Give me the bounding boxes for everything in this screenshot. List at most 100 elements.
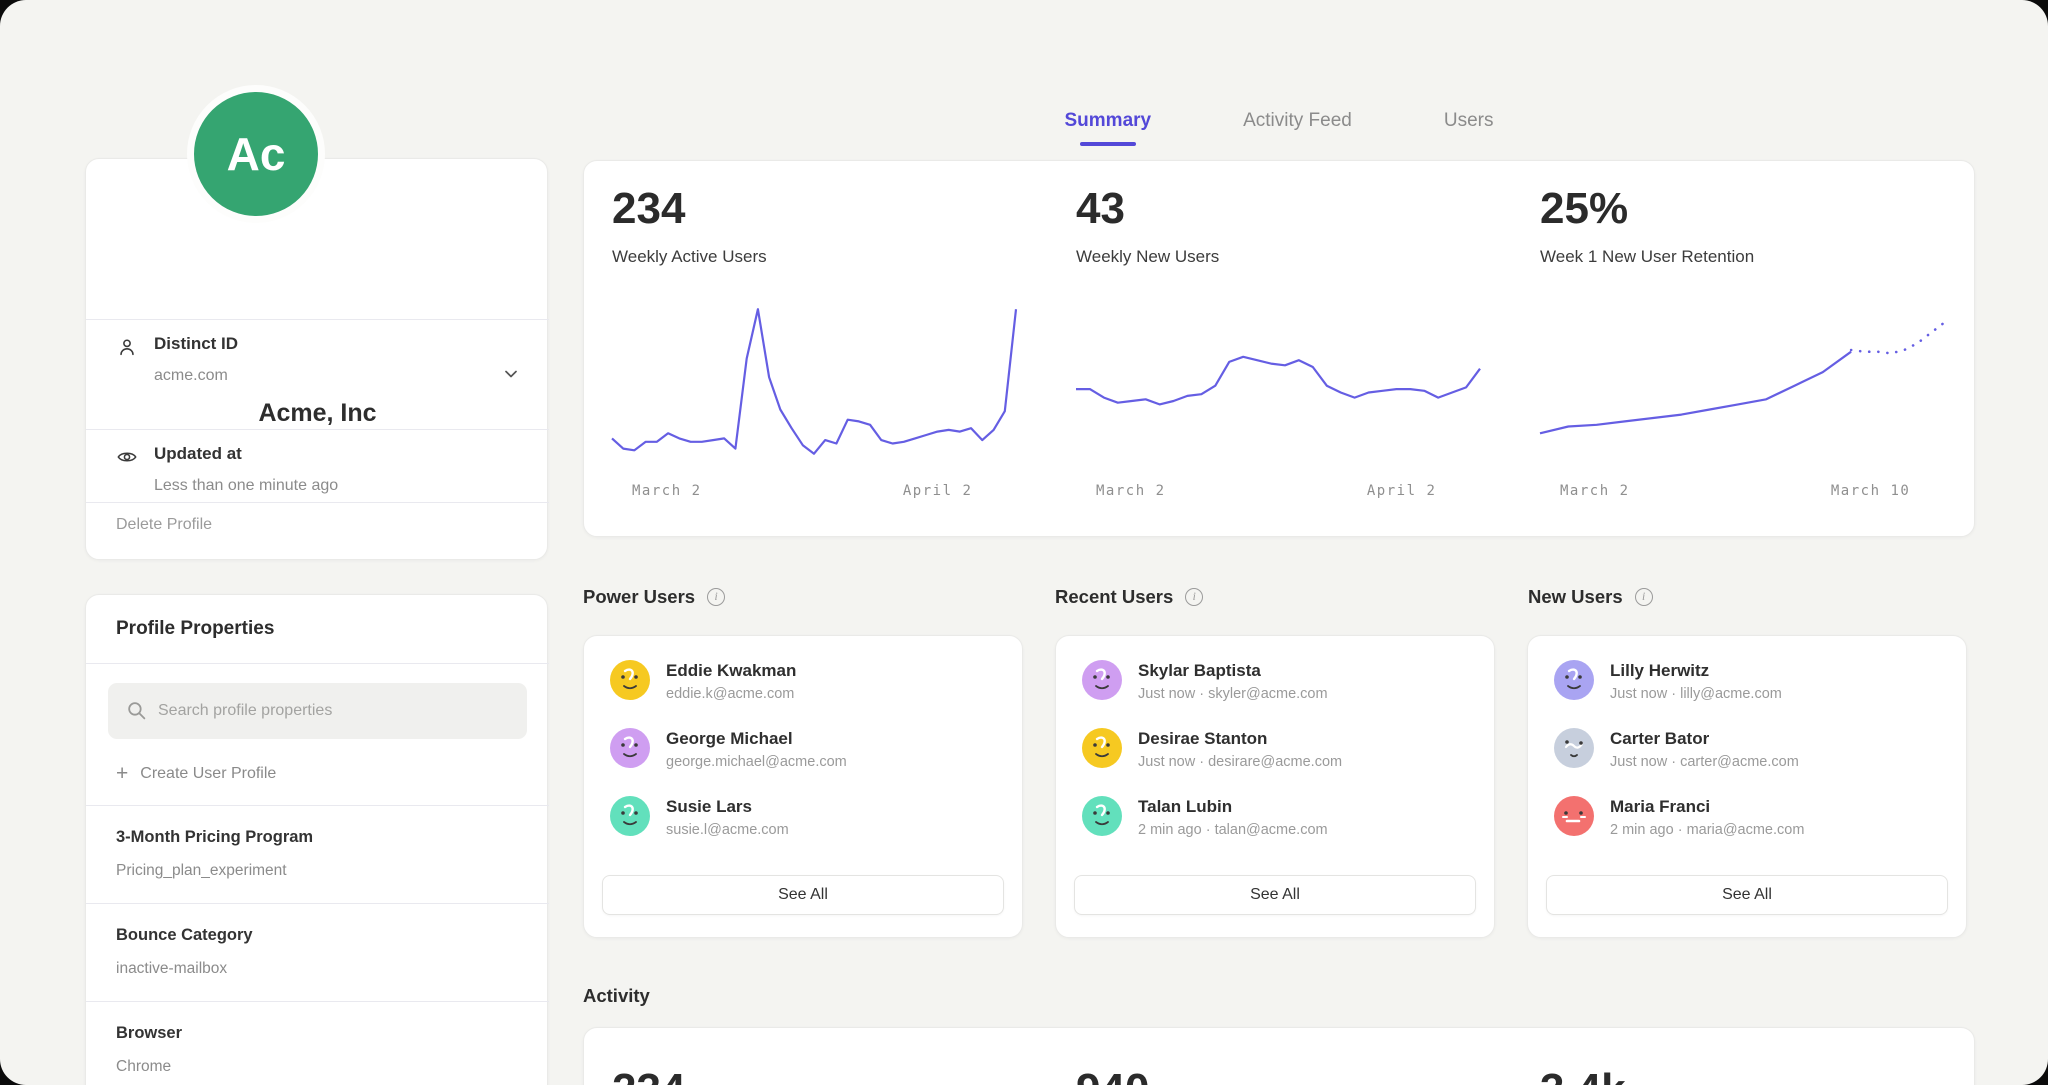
info-icon[interactable]: i	[1635, 588, 1653, 606]
user-avatar	[1554, 728, 1594, 768]
create-user-profile-button[interactable]: + Create User Profile	[116, 763, 276, 784]
metric-weekly-active-users: 234 Weekly Active Users March 2 April 2	[584, 161, 1048, 538]
user-subtext: 2 min ago · talan@acme.com	[1138, 822, 1328, 838]
user-row[interactable]: Maria Franci 2 min ago · maria@acme.com	[1554, 796, 1942, 844]
user-row[interactable]: George Michael george.michael@acme.com	[610, 728, 998, 776]
distinct-id-value: acme.com	[154, 367, 228, 385]
power-users-header: Power Users i	[583, 586, 725, 608]
tab-users-label: Users	[1444, 110, 1494, 131]
user-text: Desirae Stanton Just now · desirare@acme…	[1138, 728, 1342, 776]
user-text: George Michael george.michael@acme.com	[666, 728, 847, 776]
property-value: Pricing_plan_experiment	[116, 862, 287, 880]
x-axis: March 2 April 2	[1076, 483, 1480, 503]
property-row-browser[interactable]: Browser Chrome	[86, 1002, 549, 1085]
divider	[86, 429, 549, 430]
divider	[86, 319, 549, 320]
delete-profile-button[interactable]: Delete Profile	[116, 516, 212, 534]
tab-summary[interactable]: Summary	[1065, 110, 1152, 146]
property-row-pricing-program[interactable]: 3-Month Pricing Program Pricing_plan_exp…	[86, 806, 549, 903]
activity-metric-value: 234	[612, 1068, 685, 1085]
metric-week1-retention: 25% Week 1 New User Retention March 2 Ma…	[1512, 161, 1976, 538]
tab-summary-label: Summary	[1065, 110, 1152, 131]
user-avatar	[610, 660, 650, 700]
tab-activity-feed[interactable]: Activity Feed	[1243, 110, 1352, 146]
recent-users-title: Recent Users	[1055, 586, 1173, 608]
person-icon	[116, 336, 138, 358]
user-text: Eddie Kwakman eddie.k@acme.com	[666, 660, 796, 708]
property-name: Bounce Category	[116, 926, 253, 945]
distinct-id-row: Distinct ID acme.com	[86, 334, 549, 424]
user-row[interactable]: Skylar Baptista Just now · skyler@acme.c…	[1082, 660, 1470, 708]
x-axis-tick: April 2	[903, 483, 973, 499]
property-name: 3-Month Pricing Program	[116, 828, 313, 847]
property-value: Chrome	[116, 1058, 171, 1076]
user-text: Maria Franci 2 min ago · maria@acme.com	[1610, 796, 1804, 844]
user-subtext: Just now · lilly@acme.com	[1610, 686, 1782, 702]
user-subtext: eddie.k@acme.com	[666, 686, 796, 702]
activity-card: 234 940 3.4k	[583, 1027, 1975, 1085]
profile-properties-title: Profile Properties	[116, 618, 274, 640]
metric-label: Weekly Active Users	[612, 247, 767, 267]
profile-summary-card: Acme, Inc Distinct ID acme.com Updated a…	[85, 158, 548, 560]
user-name: Carter Bator	[1610, 729, 1799, 749]
tab-users[interactable]: Users	[1444, 110, 1494, 146]
user-row[interactable]: Carter Bator Just now · carter@acme.com	[1554, 728, 1942, 776]
x-axis: March 2 March 10	[1540, 483, 1944, 503]
x-axis-tick: March 10	[1831, 483, 1910, 499]
user-subtext: Just now · carter@acme.com	[1610, 754, 1799, 770]
see-all-button[interactable]: See All	[1074, 875, 1476, 915]
distinct-id-label: Distinct ID	[154, 334, 238, 354]
new-users-header: New Users i	[1528, 586, 1653, 608]
activity-section-title: Activity	[583, 985, 650, 1007]
user-avatar	[1554, 660, 1594, 700]
user-name: Skylar Baptista	[1138, 661, 1328, 681]
user-name: Lilly Herwitz	[1610, 661, 1782, 681]
user-row[interactable]: Talan Lubin 2 min ago · talan@acme.com	[1082, 796, 1470, 844]
user-text: Susie Lars susie.l@acme.com	[666, 796, 789, 844]
info-icon[interactable]: i	[1185, 588, 1203, 606]
recent-users-card: Skylar Baptista Just now · skyler@acme.c…	[1055, 635, 1495, 938]
user-row[interactable]: Lilly Herwitz Just now · lilly@acme.com	[1554, 660, 1942, 708]
tab-bar: Summary Activity Feed Users	[583, 110, 1975, 146]
user-row[interactable]: Desirae Stanton Just now · desirare@acme…	[1082, 728, 1470, 776]
property-row-bounce-category[interactable]: Bounce Category inactive-mailbox	[86, 904, 549, 1001]
power-users-title: Power Users	[583, 586, 695, 608]
user-avatar	[610, 728, 650, 768]
new-users-card: Lilly Herwitz Just now · lilly@acme.com …	[1527, 635, 1967, 938]
x-axis: March 2 April 2	[612, 483, 1016, 503]
company-avatar-initials: Ac	[227, 127, 286, 181]
power-users-card: Eddie Kwakman eddie.k@acme.com George Mi…	[583, 635, 1023, 938]
user-avatar	[1554, 796, 1594, 836]
week1-retention-chart	[1540, 299, 1944, 469]
recent-users-header: Recent Users i	[1055, 586, 1203, 608]
user-subtext: susie.l@acme.com	[666, 822, 789, 838]
info-icon[interactable]: i	[707, 588, 725, 606]
metric-label: Week 1 New User Retention	[1540, 247, 1754, 267]
updated-at-value: Less than one minute ago	[154, 477, 338, 495]
user-avatar	[610, 796, 650, 836]
user-text: Talan Lubin 2 min ago · talan@acme.com	[1138, 796, 1328, 844]
activity-metric-value: 3.4k	[1540, 1068, 1626, 1085]
chevron-down-icon[interactable]	[501, 364, 521, 384]
plus-icon: +	[116, 763, 128, 784]
user-name: Talan Lubin	[1138, 797, 1328, 817]
eye-icon	[116, 446, 138, 468]
user-text: Lilly Herwitz Just now · lilly@acme.com	[1610, 660, 1782, 708]
user-avatar	[1082, 796, 1122, 836]
user-row[interactable]: Eddie Kwakman eddie.k@acme.com	[610, 660, 998, 708]
company-profile-page: Ac Acme, Inc Distinct ID acme.com U	[0, 0, 2048, 1085]
see-all-button[interactable]: See All	[602, 875, 1004, 915]
search-profile-properties-input[interactable]	[108, 683, 527, 739]
property-name: Browser	[116, 1024, 182, 1043]
weekly-active-users-chart	[612, 299, 1016, 469]
user-subtext: 2 min ago · maria@acme.com	[1610, 822, 1804, 838]
metric-value: 25%	[1540, 187, 1628, 231]
user-name: Desirae Stanton	[1138, 729, 1342, 749]
metric-value: 43	[1076, 187, 1125, 231]
user-subtext: Just now · desirare@acme.com	[1138, 754, 1342, 770]
user-row[interactable]: Susie Lars susie.l@acme.com	[610, 796, 998, 844]
user-avatar	[1082, 728, 1122, 768]
search-icon	[126, 700, 147, 721]
see-all-button[interactable]: See All	[1546, 875, 1948, 915]
summary-metrics-card: 234 Weekly Active Users March 2 April 2 …	[583, 160, 1975, 537]
